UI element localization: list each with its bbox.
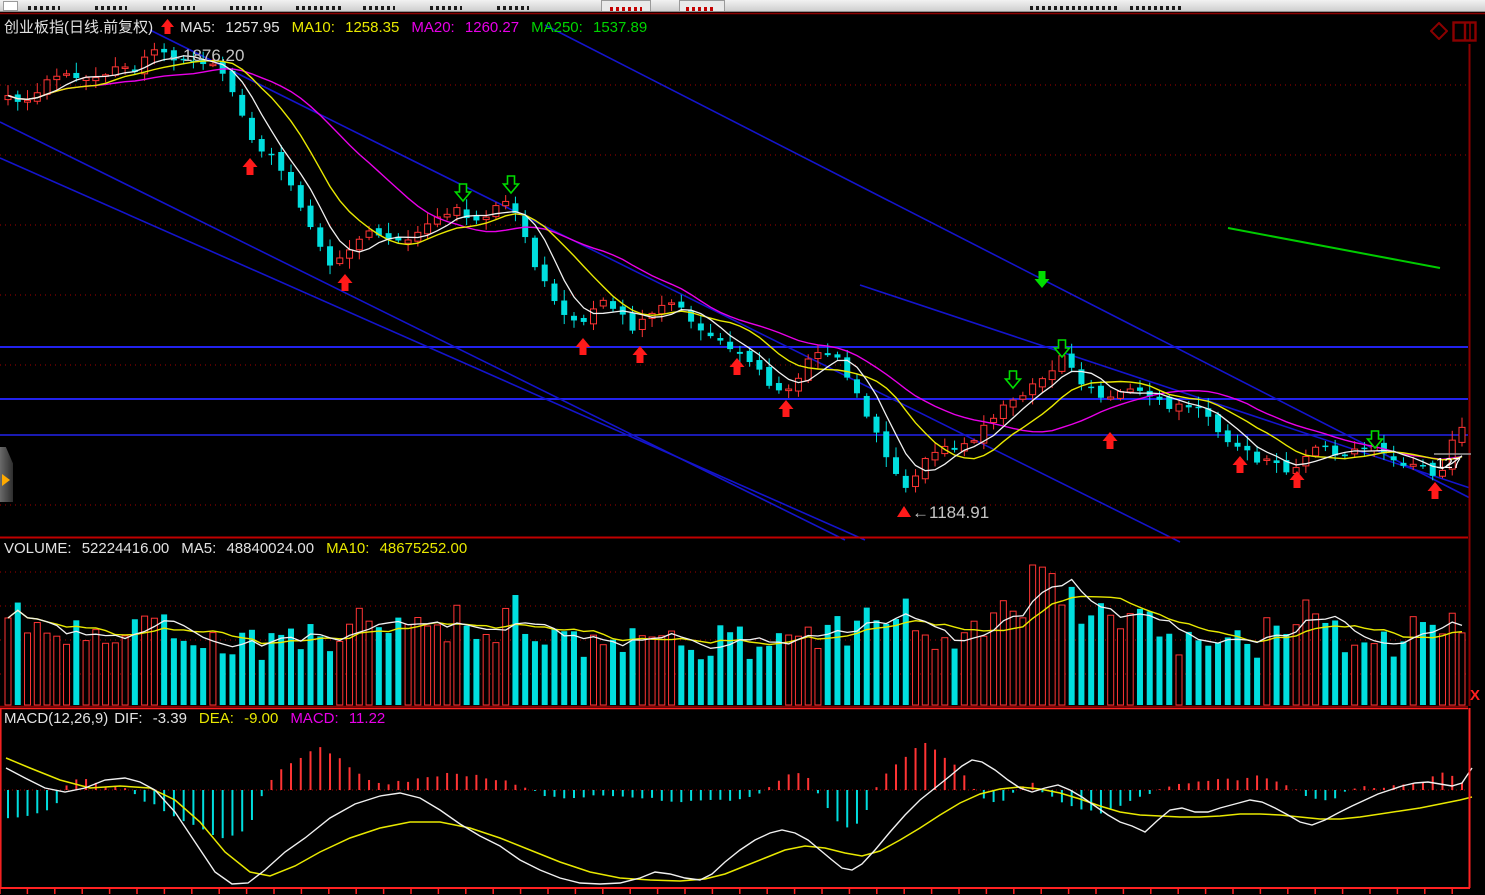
low-price-annotation: ←1184.91 <box>912 503 989 523</box>
expand-arrow-icon <box>2 474 10 486</box>
macd-value-indicator: MACD: 11.22 <box>290 710 391 727</box>
high-price-annotation: ←1876.20 <box>166 46 244 66</box>
ma5-indicator: MA5: 1257.95 <box>180 19 285 36</box>
dif-indicator: DIF: -3.39 <box>114 710 193 727</box>
ma20-indicator: MA20: 1260.27 <box>411 19 525 36</box>
up-arrow-icon <box>161 19 174 38</box>
stock-chart-canvas[interactable] <box>0 0 1485 895</box>
ma250-indicator: MA250: 1537.89 <box>531 19 653 36</box>
split-window-icon[interactable] <box>1452 21 1477 42</box>
price-pane-header: 创业板指(日线.前复权) MA5: 1257.95 MA10: 1258.35 MA2… <box>4 16 659 38</box>
dea-indicator: DEA: -9.00 <box>199 710 284 727</box>
volume-ma10-indicator: MA10: 48675252.00 <box>326 540 473 557</box>
instrument-title: 创业板指(日线.前复权) <box>4 19 153 36</box>
trading-app-window: 创业板指(日线.前复权) MA5: 1257.95 MA10: 1258.35 MA2… <box>0 0 1485 895</box>
volume-ma5-indicator: MA5: 48840024.00 <box>181 540 320 557</box>
macd-params: MACD(12,26,9) <box>4 710 108 727</box>
ma10-indicator: MA10: 1258.35 <box>292 19 406 36</box>
macd-pane-header: MACD(12,26,9) DIF: -3.39 DEA: -9.00 MACD: 1… <box>4 710 397 727</box>
diamond-tool-icon[interactable] <box>1430 22 1448 40</box>
volume-pane-header: VOLUME: 52224416.00 MA5: 48840024.00 MA10:… <box>4 540 479 557</box>
close-pane-button[interactable]: X <box>1470 687 1485 704</box>
volume-indicator: VOLUME: 52224416.00 <box>4 540 175 557</box>
last-price-tag: 127 <box>1436 455 1461 472</box>
